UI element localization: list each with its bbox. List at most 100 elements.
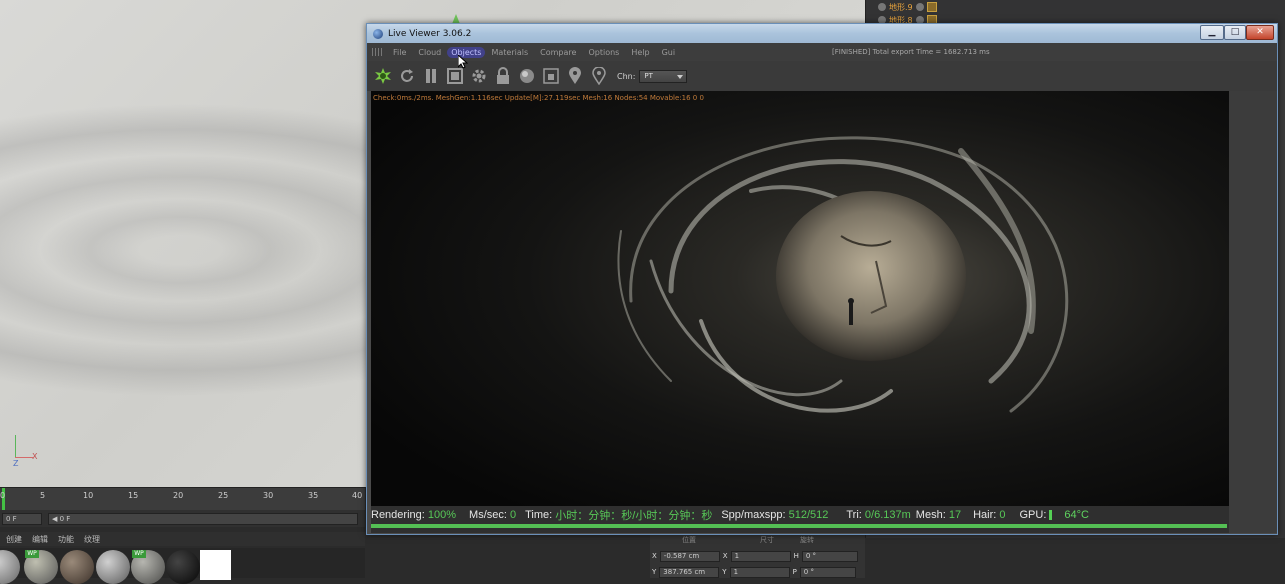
pick-focus-icon[interactable]	[565, 66, 585, 86]
coord-row-y: Y 387.765 cm Y 1 P 0 °	[652, 566, 856, 578]
coordinates-panel: 位置 尺寸 旋转 X -0.587 cm X 1 H 0 ° Y 387.765…	[650, 535, 865, 578]
timeline-tick: 10	[83, 491, 94, 500]
coord-header: 尺寸	[760, 536, 774, 544]
material-swatch[interactable]	[166, 550, 200, 584]
hair-label: Hair:	[973, 509, 997, 521]
material-swatch[interactable]	[96, 550, 130, 584]
pick-material-icon[interactable]	[589, 66, 609, 86]
current-frame-field[interactable]: 0 F	[2, 512, 42, 525]
mouse-cursor-icon	[458, 55, 468, 69]
position-x-field[interactable]: -0.587 cm	[659, 550, 720, 562]
menu-file[interactable]: File	[387, 48, 412, 57]
export-status: [FINISHED] Total export Time = 1682.713 …	[832, 48, 990, 56]
frame-controls: 0 F ◀ 0 F	[0, 510, 365, 527]
coord-label: Y	[652, 568, 657, 576]
region-render-icon[interactable]	[541, 66, 561, 86]
close-button[interactable]: ✕	[1246, 25, 1274, 40]
object-name: 地形.9	[889, 2, 913, 12]
channel-value: PT	[644, 71, 653, 80]
visibility-dot-icon[interactable]	[878, 3, 886, 11]
render-view[interactable]: Check:0ms./2ms. MeshGen:1.116sec Update[…	[371, 91, 1229, 506]
ms-value: 0	[510, 509, 517, 521]
material-tag-icon[interactable]	[926, 2, 937, 12]
coord-label: X	[722, 552, 728, 560]
channel-label: Chn:	[617, 71, 636, 81]
maximize-button[interactable]: □	[1224, 25, 1246, 40]
rendered-image	[371, 91, 1229, 506]
coord-label: H	[793, 552, 799, 560]
stop-icon[interactable]	[445, 66, 465, 86]
menu-grip-icon	[372, 48, 382, 56]
ms-label: Ms/sec:	[469, 509, 507, 521]
coord-header: 位置	[682, 536, 696, 544]
coord-row-x: X -0.587 cm X 1 H 0 °	[652, 550, 858, 562]
timeline-tick: 20	[173, 491, 184, 500]
material-swatch[interactable]	[60, 550, 94, 584]
chevron-down-icon	[677, 74, 684, 79]
menu-compare[interactable]: Compare	[534, 48, 582, 57]
scale-y-field[interactable]: 1	[729, 566, 790, 578]
timeline-tick: 25	[218, 491, 229, 500]
timeline[interactable]: 0 5 10 15 20 25 30 35 40	[0, 487, 365, 510]
timeline-tick: 40	[352, 491, 363, 500]
coord-label: Y	[722, 568, 727, 576]
render-status-bar: Rendering: 100% Ms/sec: 0 Time: 小时：分钟：秒/…	[371, 506, 1229, 533]
spp-label: Spp/maxspp:	[721, 509, 786, 521]
live-viewer-window: Live Viewer 3.06.2 ▁ □ ✕ File Cloud Obje…	[366, 23, 1278, 535]
timeline-tick: 30	[263, 491, 274, 500]
pitch-field[interactable]: 0 °	[799, 566, 856, 578]
menu-bar: File Cloud Objects Materials Compare Opt…	[367, 43, 1277, 61]
send-scene-icon[interactable]	[373, 66, 393, 86]
timeline-tick: 15	[128, 491, 139, 500]
menu-edit[interactable]: 编辑	[32, 534, 48, 545]
menu-function[interactable]: 功能	[58, 534, 74, 545]
axis-gizmo-icon: XZ	[10, 435, 40, 470]
coord-label: P	[792, 568, 797, 576]
menu-create[interactable]: 创建	[6, 534, 22, 545]
gpu-usage-meter	[1049, 510, 1053, 520]
heading-field[interactable]: 0 °	[801, 550, 858, 562]
menu-materials[interactable]: Materials	[485, 48, 534, 57]
material-swatch[interactable]	[0, 550, 20, 584]
material-ball-icon[interactable]	[517, 66, 537, 86]
object-row[interactable]: 地形.9	[878, 1, 937, 13]
channel-select[interactable]: PT	[639, 69, 688, 83]
settings-gear-icon[interactable]	[469, 66, 489, 86]
material-swatch[interactable]	[200, 550, 231, 580]
spp-value: 512/512	[788, 509, 829, 521]
coord-header: 旋转	[800, 536, 814, 544]
octane-app-icon	[373, 28, 383, 39]
rendering-label: Rendering:	[371, 509, 425, 521]
hair-value: 0	[999, 509, 1006, 521]
render-view-side-panel	[1229, 91, 1277, 533]
menu-texture[interactable]: 纹理	[84, 534, 100, 545]
render-stats: Rendering: 100% Ms/sec: 0 Time: 小时：分钟：秒/…	[371, 507, 1229, 523]
material-tag: WP	[132, 550, 146, 558]
lock-icon[interactable]	[493, 66, 513, 86]
pause-icon[interactable]	[421, 66, 441, 86]
render-dot-icon[interactable]	[915, 3, 924, 11]
tri-value: 0/6.137m	[864, 509, 911, 521]
panel-scrollbar[interactable]	[1277, 40, 1285, 520]
mesh-value: 17	[948, 509, 962, 521]
gpu-label: GPU:	[1019, 509, 1047, 521]
menu-gui[interactable]: Gui	[656, 48, 682, 57]
mesh-label: Mesh:	[915, 509, 946, 521]
debug-info: Check:0ms./2ms. MeshGen:1.116sec Update[…	[373, 94, 704, 102]
material-manager-menu: 创建 编辑 功能 纹理	[0, 532, 365, 546]
frame-range-field[interactable]: ◀ 0 F	[48, 512, 358, 525]
timeline-tick: 5	[40, 491, 46, 500]
menu-cloud[interactable]: Cloud	[412, 48, 447, 57]
rendering-value: 100%	[427, 509, 457, 521]
menu-options[interactable]: Options	[582, 48, 625, 57]
gpu-temp: 64°C	[1064, 509, 1089, 521]
title-bar[interactable]: Live Viewer 3.06.2 ▁ □ ✕	[367, 24, 1277, 43]
material-strip: WP WP	[0, 548, 365, 584]
material-tag: WP	[25, 550, 39, 558]
minimize-button[interactable]: ▁	[1200, 25, 1224, 40]
scale-x-field[interactable]: 1	[730, 550, 791, 562]
restart-icon[interactable]	[397, 66, 417, 86]
position-y-field[interactable]: 387.765 cm	[659, 566, 720, 578]
menu-help[interactable]: Help	[625, 48, 655, 57]
coord-label: X	[652, 552, 657, 560]
